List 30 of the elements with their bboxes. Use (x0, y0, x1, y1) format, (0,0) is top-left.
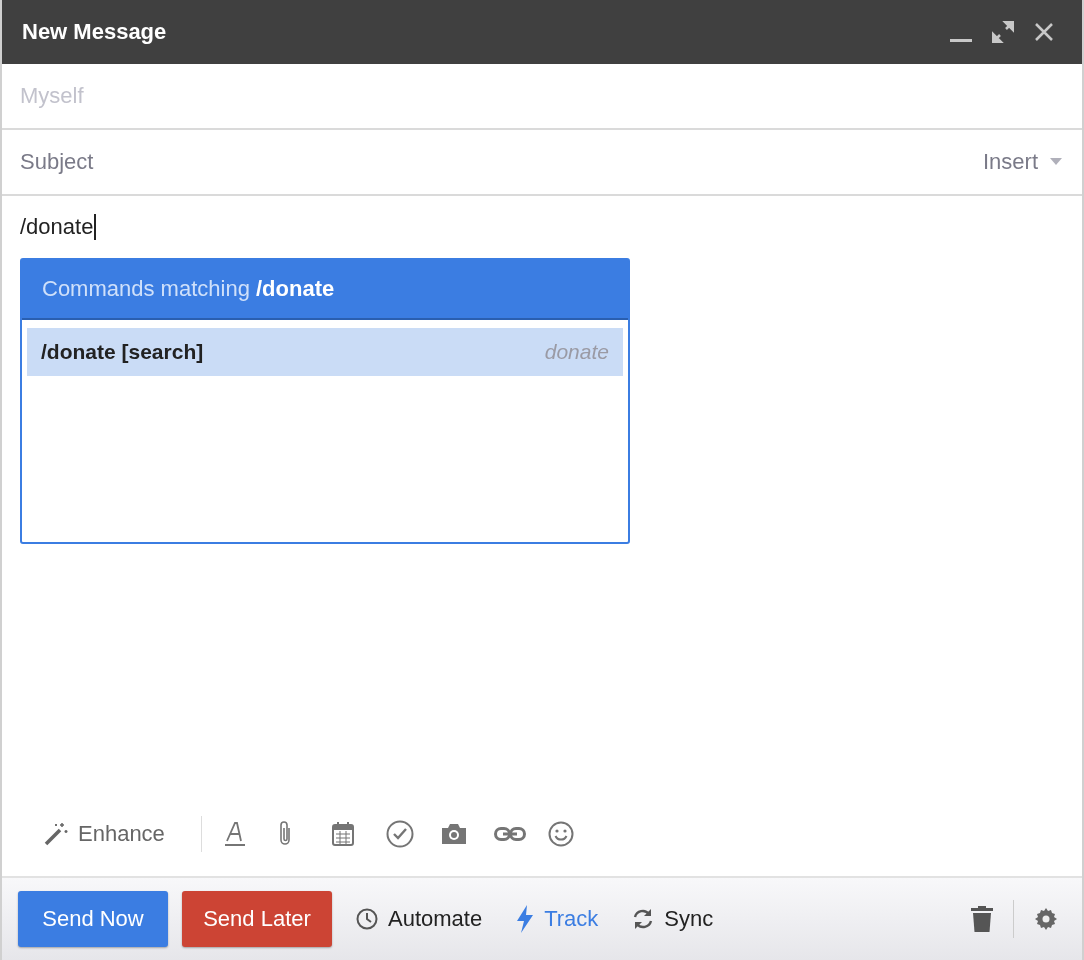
command-text: /donate [search] (41, 340, 205, 364)
recipient-field[interactable]: Myself (20, 83, 1062, 109)
popup-heading: Commands matching /donate (22, 260, 628, 320)
window-title: New Message (22, 19, 168, 45)
text-format-icon[interactable] (223, 821, 246, 847)
subject-field[interactable]: Subject (20, 149, 983, 175)
calendar-icon[interactable] (331, 822, 354, 846)
link-icon[interactable] (493, 827, 526, 841)
expand-icon (992, 21, 1014, 43)
check-circle-icon[interactable] (385, 820, 414, 848)
sync-icon (632, 908, 655, 930)
toolbar-action-button[interactable]: Track (506, 905, 609, 933)
camera-icon[interactable] (439, 823, 468, 845)
close-icon (1034, 22, 1054, 42)
lightning-bolt-icon (516, 905, 535, 933)
command-item[interactable]: /donate [search] donate (27, 328, 623, 376)
toolbar-action-button[interactable]: Automate (346, 906, 493, 932)
send-later-button[interactable]: Send Later (182, 891, 332, 947)
send-now-button[interactable]: Send Now (18, 891, 168, 947)
caret-icon (1050, 158, 1062, 166)
smiley-icon[interactable] (547, 821, 574, 847)
clock-icon (356, 908, 378, 930)
minimize-icon (950, 38, 972, 42)
message-body-text[interactable]: /donate (20, 214, 97, 240)
toolbar-action-button[interactable]: Sync (622, 906, 724, 932)
enhance-button[interactable]: Enhance (36, 821, 173, 847)
insert-dropdown[interactable]: Insert (982, 149, 1062, 175)
command-keyword: donate (544, 340, 609, 364)
magic-wand-icon (44, 822, 68, 846)
paperclip-icon[interactable] (277, 820, 292, 848)
